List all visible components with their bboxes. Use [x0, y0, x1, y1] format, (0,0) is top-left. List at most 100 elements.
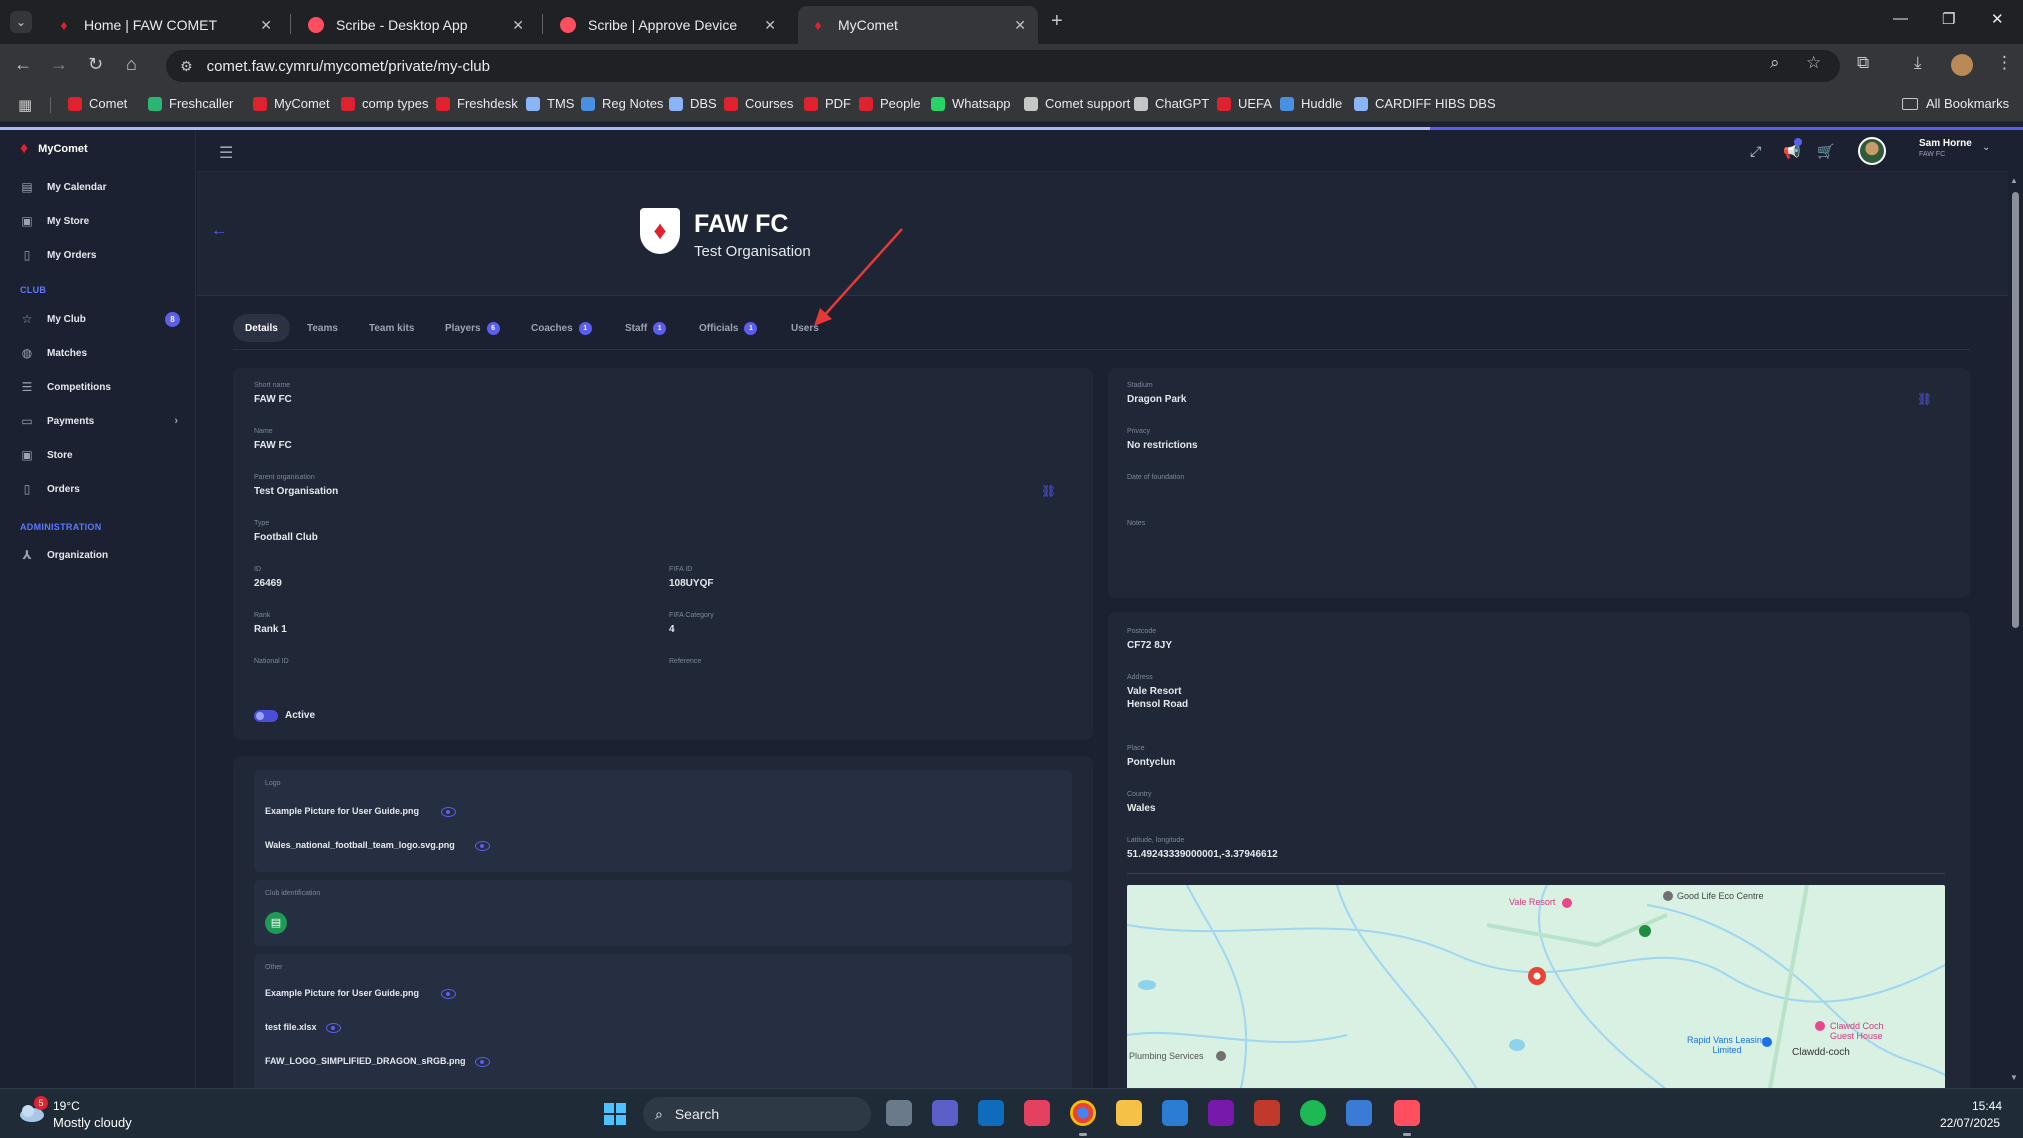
microsoft-store-icon[interactable]: [1346, 1100, 1372, 1126]
bookmark-item[interactable]: MyComet: [253, 96, 330, 111]
brand[interactable]: ♦ MyComet: [20, 140, 88, 158]
user-avatar[interactable]: [1858, 137, 1886, 165]
tab-coaches[interactable]: Coaches 1: [519, 314, 604, 342]
chrome-icon[interactable]: [1070, 1100, 1096, 1126]
snipping-tool-icon[interactable]: [1254, 1100, 1280, 1126]
sidebar-item-my-club[interactable]: ☆ My Club 8: [20, 308, 180, 330]
forward-icon[interactable]: →: [50, 54, 68, 75]
weather-temperature[interactable]: 19°C: [53, 1099, 80, 1113]
all-bookmarks-button[interactable]: All Bookmarks: [1902, 96, 2009, 111]
bookmark-item[interactable]: UEFA: [1217, 96, 1272, 111]
user-name[interactable]: Sam Horne: [1919, 138, 1972, 149]
file-name[interactable]: Wales_national_football_team_logo.svg.pn…: [265, 840, 455, 850]
zoom-icon[interactable]: ⌕: [1770, 53, 1780, 73]
file-name[interactable]: test file.xlsx: [265, 1022, 317, 1032]
bookmark-star-icon[interactable]: ☆: [1806, 53, 1821, 73]
close-icon[interactable]: ✕: [1014, 17, 1026, 34]
address-bar[interactable]: ⚙ comet.faw.cymru/mycomet/private/my-clu…: [166, 50, 1840, 82]
scrollbar-thumb[interactable]: [2012, 192, 2019, 628]
link-icon[interactable]: ⛓: [1917, 392, 1932, 406]
tab-players[interactable]: Players 6: [433, 314, 512, 342]
bookmark-item[interactable]: Comet support: [1024, 96, 1130, 111]
bookmark-item[interactable]: Huddle: [1280, 96, 1342, 111]
tab-officials[interactable]: Officials 1: [687, 314, 769, 342]
bookmark-item[interactable]: Freshdesk: [436, 96, 518, 111]
cart-icon[interactable]: 🛒: [1817, 143, 1834, 160]
file-name[interactable]: Example Picture for User Guide.png: [265, 806, 419, 816]
bookmark-item[interactable]: Comet: [68, 96, 127, 111]
sidebar-item-my-calendar[interactable]: ▤ My Calendar: [20, 176, 180, 198]
hamburger-menu-icon[interactable]: ☰: [219, 143, 233, 163]
bookmark-item[interactable]: TMS: [526, 96, 574, 111]
scribe-app-icon[interactable]: [1394, 1100, 1420, 1126]
file-name[interactable]: FAW_LOGO_SIMPLIFIED_DRAGON_sRGB.png: [265, 1056, 466, 1066]
bookmark-item[interactable]: DBS: [669, 96, 717, 111]
eye-icon[interactable]: [475, 1057, 490, 1067]
link-icon[interactable]: ⛓: [1041, 484, 1056, 498]
chevron-down-icon[interactable]: ⌄: [1982, 142, 1990, 153]
eye-icon[interactable]: [326, 1023, 341, 1033]
eye-icon[interactable]: [441, 807, 456, 817]
weather-description[interactable]: Mostly cloudy: [53, 1115, 132, 1130]
document-icon[interactable]: ▤: [265, 912, 287, 934]
sidebar-item-my-orders[interactable]: ▯ My Orders: [20, 244, 180, 266]
fullscreen-icon[interactable]: ⤢: [1750, 143, 1761, 160]
taskbar-search[interactable]: ⌕ Search: [643, 1097, 871, 1131]
window-close-icon[interactable]: ✕: [1991, 10, 2004, 28]
bookmark-item[interactable]: Courses: [724, 96, 793, 111]
browser-tab-scribe-desktop[interactable]: Scribe - Desktop App ✕: [296, 6, 536, 44]
apps-grid-icon[interactable]: ▦: [18, 96, 32, 114]
active-toggle[interactable]: [254, 710, 278, 722]
clock-time[interactable]: 15:44: [1972, 1099, 2002, 1113]
back-icon[interactable]: ←: [14, 54, 32, 75]
home-icon[interactable]: ⌂: [126, 54, 137, 75]
reload-icon[interactable]: ↻: [88, 54, 103, 75]
minimize-icon[interactable]: —: [1893, 10, 1908, 27]
close-icon[interactable]: ✕: [764, 17, 776, 34]
task-view-icon[interactable]: [886, 1100, 912, 1126]
new-tab-button[interactable]: +: [1051, 10, 1063, 33]
onenote-icon[interactable]: [1208, 1100, 1234, 1126]
scroll-up-icon[interactable]: ▲: [2010, 176, 2018, 185]
app-icon[interactable]: [1024, 1100, 1050, 1126]
browser-tab-home[interactable]: ♦ Home | FAW COMET ✕: [44, 6, 284, 44]
tab-search-dropdown[interactable]: ⌄: [10, 11, 32, 33]
sidebar-item-competitions[interactable]: ☰ Competitions: [20, 376, 180, 398]
spotify-icon[interactable]: [1300, 1100, 1326, 1126]
download-icon[interactable]: ⤓: [1914, 53, 1922, 73]
bookmark-item[interactable]: CARDIFF HIBS DBS: [1354, 96, 1496, 111]
sidebar-item-store[interactable]: ▣ Store: [20, 444, 180, 466]
sidebar-item-matches[interactable]: ◍ Matches: [20, 342, 180, 364]
bookmark-item[interactable]: Freshcaller: [148, 96, 233, 111]
eye-icon[interactable]: [441, 989, 456, 999]
restore-icon[interactable]: ❐: [1942, 10, 1955, 28]
tab-team-kits[interactable]: Team kits: [357, 314, 426, 342]
file-name[interactable]: Example Picture for User Guide.png: [265, 988, 419, 998]
bookmark-item[interactable]: Whatsapp: [931, 96, 1011, 111]
sidebar-item-orders[interactable]: ▯ Orders: [20, 478, 180, 500]
notepad-icon[interactable]: [1162, 1100, 1188, 1126]
site-info-icon[interactable]: ⚙: [180, 58, 193, 75]
menu-icon[interactable]: ⋮: [1996, 53, 2013, 73]
bookmark-item[interactable]: PDF: [804, 96, 851, 111]
bookmark-item[interactable]: People: [859, 96, 920, 111]
tab-staff[interactable]: Staff 1: [613, 314, 678, 342]
file-explorer-icon[interactable]: [1116, 1100, 1142, 1126]
sidebar-item-my-store[interactable]: ▣ My Store: [20, 210, 180, 232]
clock-date[interactable]: 22/07/2025: [1940, 1116, 2000, 1130]
browser-tab-scribe-approve[interactable]: Scribe | Approve Device ✕: [548, 6, 788, 44]
teams-icon[interactable]: [932, 1100, 958, 1126]
eye-icon[interactable]: [475, 841, 490, 851]
bookmark-item[interactable]: Reg Notes: [581, 96, 663, 111]
outlook-icon[interactable]: [978, 1100, 1004, 1126]
bookmark-item[interactable]: comp types: [341, 96, 428, 111]
close-icon[interactable]: ✕: [512, 17, 524, 34]
tab-teams[interactable]: Teams: [295, 314, 350, 342]
extensions-icon[interactable]: ⧉: [1857, 53, 1869, 73]
sidebar-item-payments[interactable]: ▭ Payments ›: [20, 410, 180, 432]
location-map[interactable]: Vale Resort Good Life Eco Centre Rapid V…: [1127, 885, 1945, 1088]
bookmark-item[interactable]: ChatGPT: [1134, 96, 1209, 111]
tab-details[interactable]: Details: [233, 314, 290, 342]
scroll-down-icon[interactable]: ▼: [2010, 1073, 2018, 1082]
tab-users[interactable]: Users: [779, 314, 831, 342]
